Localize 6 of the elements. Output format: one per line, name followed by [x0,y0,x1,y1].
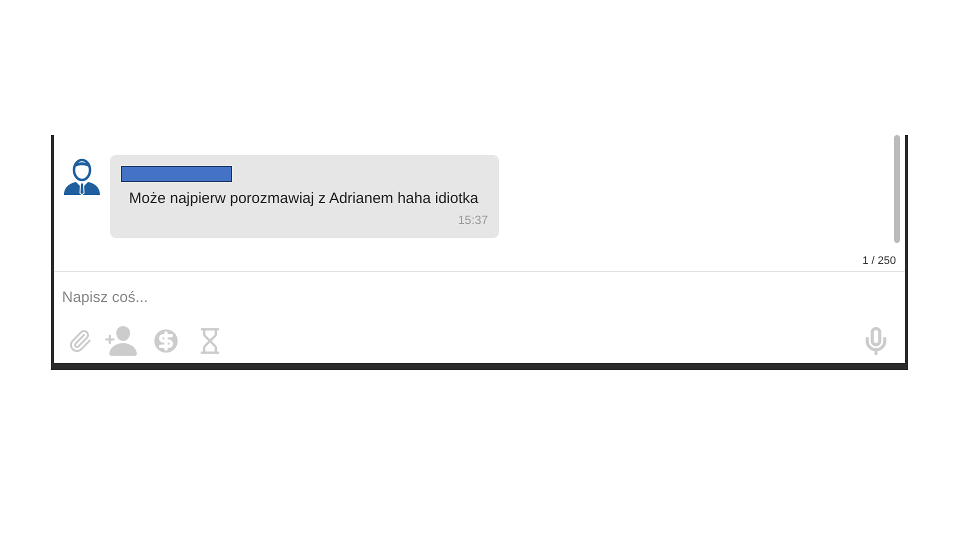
character-counter: 1 / 250 [862,254,896,268]
paperclip-icon[interactable] [68,329,92,353]
message-time: 15:37 [458,212,488,228]
message-input[interactable]: Napisz coś... [62,287,897,309]
add-person-icon[interactable] [104,324,138,358]
message-text: Może najpierw porozmawiaj z Adrianem haha idiotka [129,189,480,209]
